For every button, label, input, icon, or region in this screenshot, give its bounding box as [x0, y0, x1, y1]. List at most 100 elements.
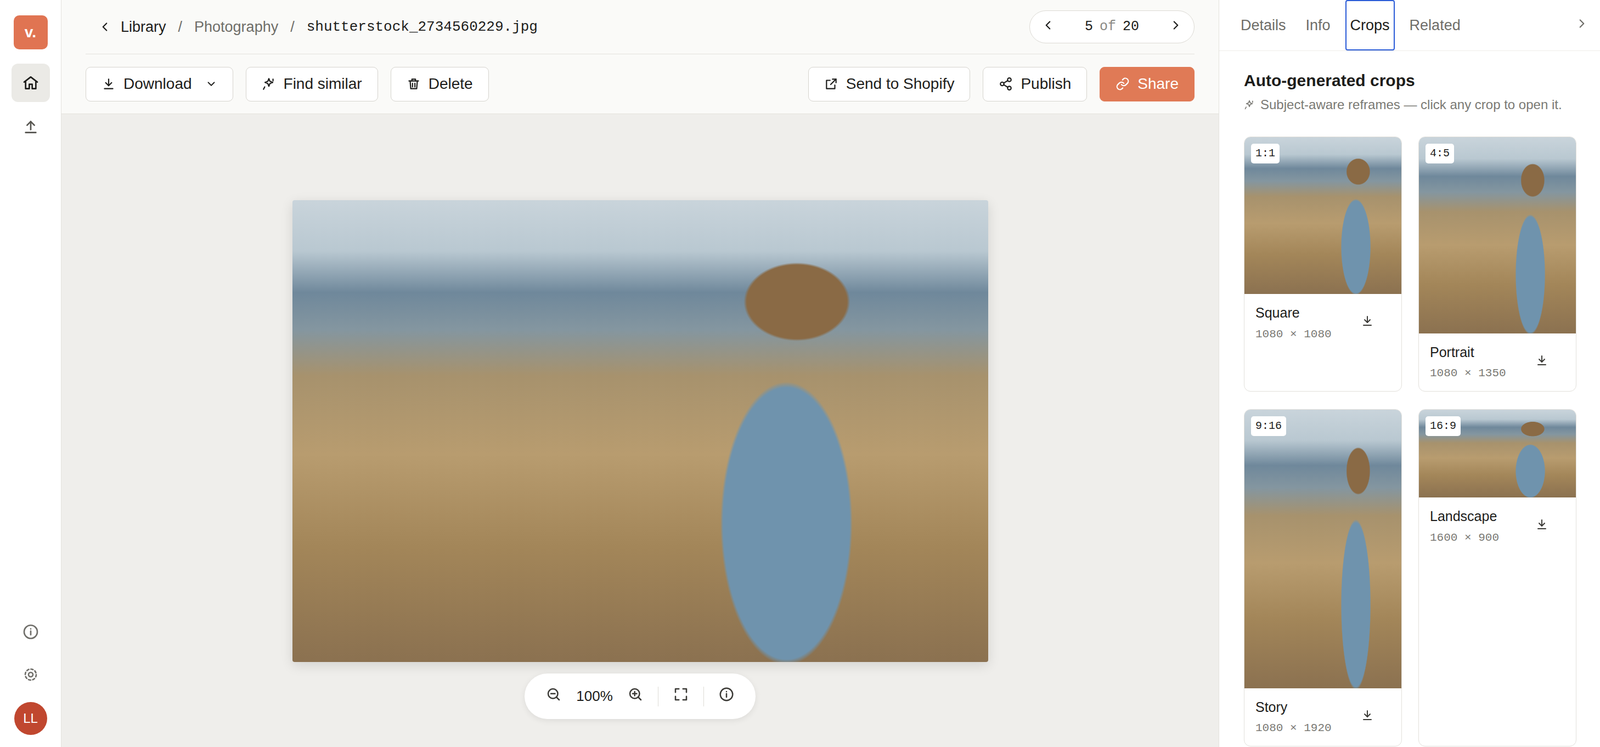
crop-download-button[interactable] [1535, 517, 1565, 535]
pager: 5of20 [1029, 10, 1195, 44]
toolbar-button[interactable]: Delete [390, 66, 489, 102]
divider [657, 686, 659, 707]
crop-grid: 1:1 Square1080 × 1080 4:5 Portrait1080 × 13… [1243, 136, 1588, 747]
crop-thumbnail: 9:16 [1244, 409, 1402, 689]
tab-label: Crops [1350, 14, 1390, 37]
link-icon [1115, 76, 1130, 92]
rail-item[interactable] [11, 107, 50, 146]
zoom-controls: 100% [524, 673, 756, 720]
crop-info: Portrait1080 × 1350 [1418, 333, 1576, 392]
pager-of: of [1099, 16, 1117, 38]
button-label: Download [123, 72, 193, 96]
crop-size: 1080 × 1920 [1255, 719, 1332, 738]
crop-text: Landscape1600 × 900 [1429, 506, 1500, 547]
crop-thumbnail: 4:5 [1418, 137, 1576, 334]
crop-card[interactable]: 1:1 Square1080 × 1080 [1243, 136, 1402, 392]
fullscreen-button[interactable] [672, 686, 690, 707]
rail-nav [11, 58, 50, 146]
crop-label: Landscape [1429, 506, 1500, 528]
more-tabs-button[interactable] [1574, 16, 1590, 35]
crop-info: Landscape1600 × 900 [1418, 497, 1576, 556]
gear-icon [21, 666, 40, 684]
crop-card[interactable]: 16:9 Landscape1600 × 900 [1418, 409, 1577, 747]
zoom-out-button[interactable] [545, 686, 562, 707]
zoom-level: 100% [576, 685, 613, 708]
crop-info: Square1080 × 1080 [1244, 294, 1402, 352]
section-heading: Auto-generated crops [1243, 70, 1588, 91]
tab-label: Info [1305, 14, 1331, 37]
ratio-badge: 1:1 [1251, 143, 1280, 164]
external-link-icon [824, 76, 839, 92]
ratio-badge: 16:9 [1425, 416, 1461, 437]
trash-icon [406, 76, 421, 92]
zoom-out-icon [545, 686, 562, 703]
crop-download-button[interactable] [1535, 353, 1565, 371]
toolbar-right: Send to Shopify Publish Share [808, 66, 1195, 102]
sparkle-icon [261, 76, 276, 92]
chevron-left-icon [97, 19, 112, 35]
crop-thumbnail: 16:9 [1418, 409, 1576, 499]
crop-size: 1600 × 900 [1429, 529, 1500, 548]
crumb-back-label: Library [120, 15, 167, 39]
toolbar-button[interactable]: Share [1099, 66, 1195, 102]
crop-text: Story1080 × 1920 [1255, 697, 1332, 738]
zoom-in-button[interactable] [627, 686, 644, 707]
top-bar: Library/Photography/shutterstock_2734560… [85, 0, 1195, 55]
side-rail: v. LL [0, 0, 62, 747]
crumb-item[interactable]: Photography [194, 15, 279, 39]
button-label: Share [1137, 72, 1179, 96]
tab[interactable]: Related [1404, 0, 1466, 51]
subtitle-text: Subject-aware reframes — click any crop … [1260, 94, 1563, 115]
button-label: Delete [428, 72, 473, 96]
sparkle-icon [1243, 99, 1255, 111]
photo [292, 200, 989, 663]
crop-label: Story [1255, 697, 1332, 719]
next-button[interactable] [1168, 18, 1183, 37]
button-label: Publish [1020, 72, 1072, 96]
chevron-right-icon [1574, 16, 1590, 31]
logo[interactable]: v. [13, 15, 48, 50]
crop-card[interactable]: 4:5 Portrait1080 × 1350 [1418, 136, 1577, 392]
upload-icon [21, 117, 40, 136]
info-button[interactable] [718, 686, 735, 707]
button-label: Send to Shopify [846, 72, 955, 96]
tab[interactable]: Details [1235, 0, 1292, 51]
crop-info: Story1080 × 1920 [1244, 688, 1402, 747]
home-icon [21, 74, 40, 92]
tab-label: Related [1409, 14, 1461, 37]
section-subtitle: Subject-aware reframes — click any crop … [1243, 94, 1588, 115]
crop-card[interactable]: 9:16 Story1080 × 1920 [1243, 409, 1402, 747]
crop-label: Square [1255, 302, 1332, 324]
crop-label: Portrait [1429, 342, 1507, 364]
download-icon [101, 76, 116, 92]
toolbar-button[interactable]: Find similar [245, 66, 379, 102]
toolbar-button[interactable]: Download [85, 66, 234, 102]
rail-item[interactable] [11, 63, 50, 103]
crops-section: Auto-generated crops Subject-aware refram… [1219, 51, 1600, 747]
divider [703, 686, 704, 707]
back-link[interactable]: Library [97, 15, 167, 39]
button-label: Find similar [283, 72, 363, 96]
chevron-left-icon [1040, 18, 1056, 33]
viewer-main: Library/Photography/shutterstock_2734560… [61, 0, 1219, 747]
pager-count: 5of20 [1084, 16, 1140, 38]
tab-bar: Details Info Crops Related [1219, 0, 1600, 52]
crop-download-button[interactable] [1360, 708, 1391, 726]
share-nodes-icon [998, 76, 1013, 92]
download-icon [1535, 517, 1549, 532]
download-icon [1360, 708, 1374, 723]
crop-text: Portrait1080 × 1350 [1429, 342, 1507, 383]
crumb-separator: / [178, 15, 183, 39]
toolbar-button[interactable]: Publish [982, 66, 1087, 102]
zoom-in-icon [627, 686, 644, 703]
tab[interactable]: Crops [1345, 0, 1395, 51]
download-icon [1535, 353, 1549, 368]
crop-download-button[interactable] [1360, 314, 1391, 332]
tab[interactable]: Info [1300, 0, 1336, 51]
file-name: shutterstock_2734560229.jpg [306, 16, 538, 38]
image-stage: 100% [61, 114, 1219, 747]
toolbar-button[interactable]: Send to Shopify [808, 66, 971, 102]
user-avatar[interactable]: LL [14, 702, 48, 736]
prev-button[interactable] [1040, 18, 1056, 37]
chevron-down-icon [205, 77, 218, 90]
